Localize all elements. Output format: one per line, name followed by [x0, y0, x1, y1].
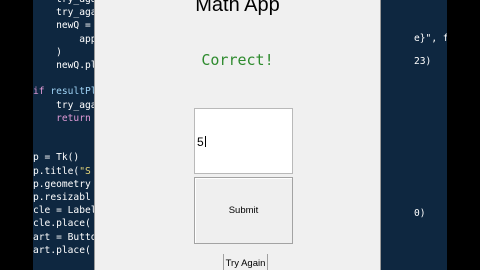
- submit-label: Submit: [228, 205, 259, 216]
- submit-button[interactable]: Submit: [194, 177, 293, 244]
- try-again-button[interactable]: Try Again: [223, 254, 268, 270]
- code-fragment: e}", font=(: [414, 33, 447, 44]
- screen: try_again try_again newQ = La app, ) new…: [0, 0, 480, 270]
- code-fragment: 23): [414, 56, 432, 67]
- text-caret: [204, 136, 206, 147]
- math-app-window: Math App Correct! 5 Submit Try Again: [94, 0, 381, 270]
- answer-value: 5: [197, 135, 206, 149]
- try-again-label: Try Again: [225, 257, 266, 269]
- desktop-edge-right: [447, 0, 480, 270]
- desktop-edge-left: [0, 0, 33, 270]
- code-fragment: 0): [414, 208, 426, 219]
- app-title: Math App: [195, 0, 280, 16]
- answer-text: 5: [197, 135, 204, 149]
- result-label: Correct!: [201, 51, 274, 69]
- answer-input[interactable]: 5: [194, 108, 293, 174]
